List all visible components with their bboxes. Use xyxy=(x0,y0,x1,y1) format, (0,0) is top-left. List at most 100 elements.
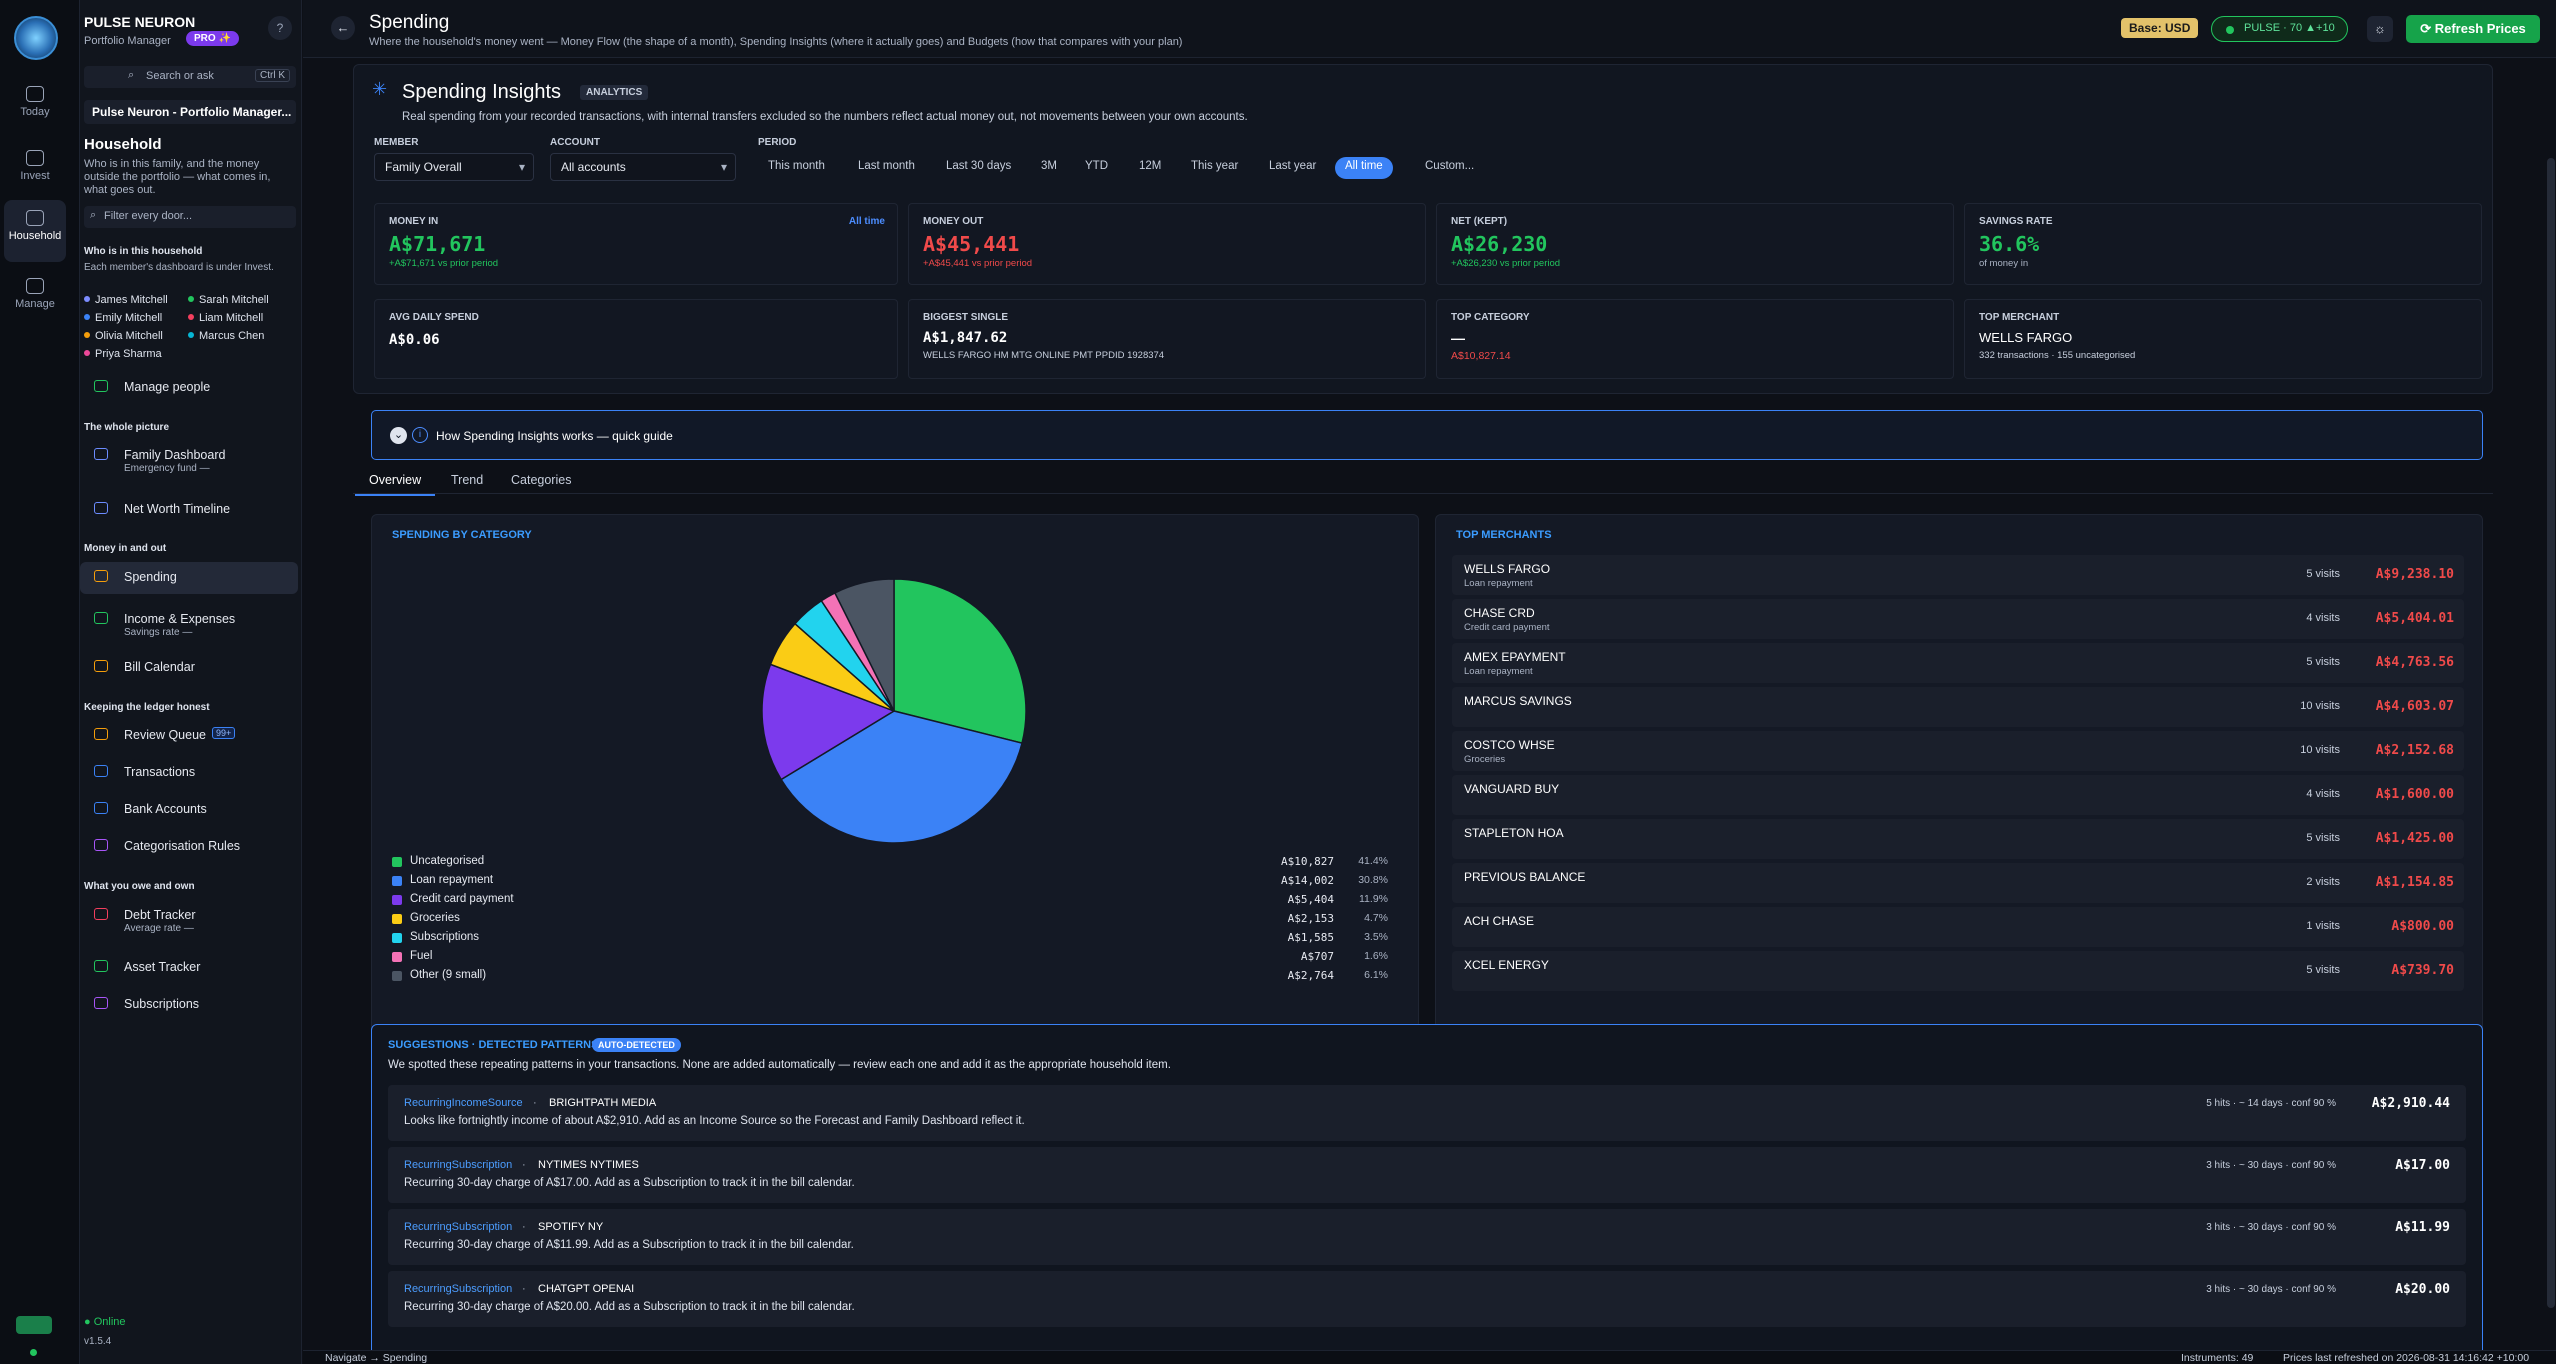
legend-swatch-icon xyxy=(392,876,402,886)
suggestion-amount: A$20.00 xyxy=(2395,1282,2450,1297)
back-button[interactable]: ← xyxy=(331,16,355,40)
period-this-month[interactable]: This month xyxy=(758,157,835,179)
merchant-row[interactable]: AMEX EPAYMENT Loan repayment 5 visits A$4,7… xyxy=(1452,643,2464,683)
sidebar-item-sub: Average rate — xyxy=(124,923,194,934)
suggestion-desc: Looks like fortnightly income of about A… xyxy=(404,1115,1025,1127)
kpi-value: A$26,230 xyxy=(1451,232,1548,256)
tab-overview[interactable]: Overview xyxy=(354,473,436,496)
member-name: Priya Sharma xyxy=(95,348,162,360)
base-currency-badge[interactable]: Base: USD xyxy=(2121,18,2199,38)
period-this-year[interactable]: This year xyxy=(1181,157,1248,179)
refresh-prices-button[interactable]: ⟳ Refresh Prices xyxy=(2406,15,2540,43)
period-last-month[interactable]: Last month xyxy=(848,157,925,179)
merchant-row[interactable]: COSTCO WHSE Groceries 10 visits A$2,152.68 xyxy=(1452,731,2464,771)
member-select[interactable]: Family Overall xyxy=(374,153,534,181)
icon-rail: Today Invest Household Manage xyxy=(0,0,80,1364)
workspace-selector[interactable]: Pulse Neuron - Portfolio Manager... xyxy=(84,100,296,124)
legend-item: Other (9 small) A$2,764 6.1% xyxy=(392,967,1402,985)
legend-swatch-icon xyxy=(392,952,402,962)
tab-trend[interactable]: Trend xyxy=(451,473,483,487)
kpi-label: MONEY IN xyxy=(389,216,439,227)
kpi-net: NET (KEPT) A$26,230 +A$26,230 vs prior p… xyxy=(1436,203,1954,285)
legend-label: Groceries xyxy=(410,912,460,924)
sidebar-item-family-dashboard[interactable]: Family Dashboard Emergency fund — xyxy=(80,440,298,478)
merchant-row[interactable]: PREVIOUS BALANCE 2 visits A$1,154.85 xyxy=(1452,863,2464,903)
rules-icon xyxy=(94,839,108,851)
connection-status-icon[interactable] xyxy=(16,1316,52,1334)
period-custom[interactable]: Custom... xyxy=(1415,157,1484,179)
suggestion-amount: A$17.00 xyxy=(2395,1158,2450,1173)
members-heading: Who is in this household xyxy=(84,246,203,257)
legend-value: A$1,585 xyxy=(1287,931,1334,944)
legend-value: A$707 xyxy=(1300,950,1334,963)
suggestion-row[interactable]: RecurringSubscription · SPOTIFY NY Recurrin… xyxy=(388,1209,2466,1265)
merchant-name: WELLS FARGO xyxy=(1464,562,1551,576)
member-sarah[interactable]: Sarah Mitchell xyxy=(188,294,269,306)
kpi-savings-rate: SAVINGS RATE 36.6% of money in xyxy=(1964,203,2482,285)
sidebar-item-spending[interactable]: Spending xyxy=(80,562,298,594)
sidebar-item-review-queue[interactable]: Review Queue 99+ xyxy=(80,720,298,752)
legend-label: Uncategorised xyxy=(410,855,485,867)
sidebar-item-asset-tracker[interactable]: Asset Tracker xyxy=(80,952,298,984)
member-olivia[interactable]: Olivia Mitchell xyxy=(84,330,163,342)
merchant-name: PREVIOUS BALANCE xyxy=(1464,870,1586,884)
rail-household[interactable]: Household xyxy=(4,200,66,262)
suggestion-row[interactable]: RecurringIncomeSource · BRIGHTPATH MEDIA Lo… xyxy=(388,1085,2466,1141)
kpi-period-tag: All time xyxy=(848,216,885,227)
brand-logo-icon[interactable] xyxy=(14,16,58,60)
suggestion-row[interactable]: RecurringSubscription · CHATGPT OPENAI Recu… xyxy=(388,1271,2466,1327)
merchant-row[interactable]: XCEL ENERGY 5 visits A$739.70 xyxy=(1452,951,2464,991)
member-liam[interactable]: Liam Mitchell xyxy=(188,312,263,324)
rail-invest[interactable]: Invest xyxy=(4,140,66,196)
legend-value: A$2,153 xyxy=(1287,912,1334,925)
period-3m[interactable]: 3M xyxy=(1031,157,1067,179)
sidebar-item-income-expenses[interactable]: Income & Expenses Savings rate — xyxy=(80,604,298,642)
kpi-value: — xyxy=(1451,330,1465,346)
sidebar-section-desc: Who is in this family, and the money out… xyxy=(84,158,271,196)
sidebar-item-bank-accounts[interactable]: Bank Accounts xyxy=(80,794,298,826)
member-emily[interactable]: Emily Mitchell xyxy=(84,312,162,324)
merchant-row[interactable]: WELLS FARGO Loan repayment 5 visits A$9,238… xyxy=(1452,555,2464,595)
merchant-row[interactable]: ACH CHASE 1 visits A$800.00 xyxy=(1452,907,2464,947)
merchant-row[interactable]: MARCUS SAVINGS 10 visits A$4,603.07 xyxy=(1452,687,2464,727)
quick-guide-toggle[interactable]: ⌄ i How Spending Insights works — quick … xyxy=(371,410,2483,460)
kpi-sub: 332 transactions · 155 uncategorised xyxy=(1979,350,2136,361)
sidebar-item-categorisation-rules[interactable]: Categorisation Rules xyxy=(80,831,298,863)
app-version: v1.5.4 xyxy=(84,1336,112,1347)
period-12m[interactable]: 12M xyxy=(1129,157,1171,179)
merchant-row[interactable]: STAPLETON HOA 5 visits A$1,425.00 xyxy=(1452,819,2464,859)
sidebar-item-subscriptions[interactable]: Subscriptions xyxy=(80,989,298,1021)
tab-categories[interactable]: Categories xyxy=(511,473,571,487)
rail-manage[interactable]: Manage xyxy=(4,268,66,324)
member-james[interactable]: James Mitchell xyxy=(84,294,168,306)
sidebar-item-net-worth[interactable]: Net Worth Timeline xyxy=(80,494,298,526)
merchant-row[interactable]: CHASE CRD Credit card payment 4 visits A$5,… xyxy=(1452,599,2464,639)
suggestion-type: RecurringSubscription xyxy=(404,1159,513,1171)
help-button[interactable]: ? xyxy=(268,16,292,40)
period-last-year[interactable]: Last year xyxy=(1259,157,1326,179)
search-input[interactable]: ⌕ Search or ask Ctrl K xyxy=(84,66,296,88)
filter-input[interactable]: ⌕ Filter every door... xyxy=(84,206,296,228)
member-priya[interactable]: Priya Sharma xyxy=(84,348,162,360)
merchant-row[interactable]: VANGUARD BUY 4 visits A$1,600.00 xyxy=(1452,775,2464,815)
theme-toggle-button[interactable]: ☼ xyxy=(2367,16,2393,42)
period-last-30-days[interactable]: Last 30 days xyxy=(936,157,1021,179)
period-all-time[interactable]: All time xyxy=(1335,157,1393,179)
rail-today[interactable]: Today xyxy=(4,76,66,132)
sidebar-item-bill-calendar[interactable]: Bill Calendar xyxy=(80,652,298,684)
period-ytd[interactable]: YTD xyxy=(1075,157,1118,179)
insights-tabs: Overview Trend Categories xyxy=(353,464,2493,496)
calendar-icon xyxy=(26,86,44,102)
merchant-visits: 5 visits xyxy=(2306,832,2340,844)
sidebar-item-debt-tracker[interactable]: Debt Tracker Average rate — xyxy=(80,900,298,938)
suggestion-merchant: CHATGPT OPENAI xyxy=(538,1283,635,1295)
main-scrollbar[interactable] xyxy=(2547,158,2555,1308)
legend-swatch-icon xyxy=(392,971,402,981)
sidebar-item-transactions[interactable]: Transactions xyxy=(80,757,298,789)
legend-percent: 41.4% xyxy=(1358,855,1388,867)
sidebar-item-manage-people[interactable]: Manage people xyxy=(80,372,298,404)
member-marcus[interactable]: Marcus Chen xyxy=(188,330,264,342)
pulse-score-badge[interactable]: PULSE · 70 ▲+10 xyxy=(2211,16,2348,42)
account-select[interactable]: All accounts xyxy=(550,153,736,181)
suggestion-row[interactable]: RecurringSubscription · NYTIMES NYTIMES Rec… xyxy=(388,1147,2466,1203)
